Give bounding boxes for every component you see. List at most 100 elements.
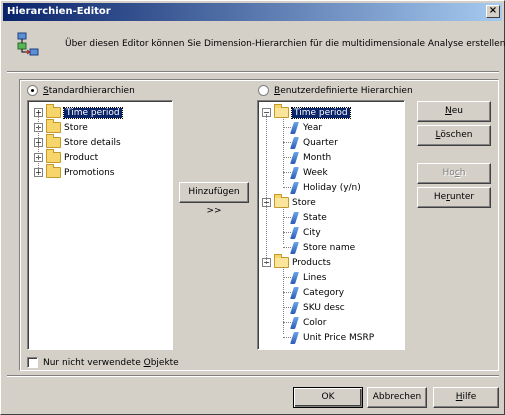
- tree-connector: [283, 322, 291, 323]
- new-button[interactable]: Neu: [417, 101, 491, 122]
- folder-icon: [46, 149, 61, 163]
- standard-hierarchies-radio[interactable]: Standardhierarchien: [27, 85, 135, 96]
- move-up-button[interactable]: Hoch: [417, 163, 491, 184]
- delete-button[interactable]: Löschen: [417, 125, 491, 146]
- tree-level-label: Month: [303, 152, 332, 163]
- tree-level-label: State: [303, 212, 327, 223]
- tree-level[interactable]: State: [290, 210, 327, 225]
- folder-icon: [46, 119, 61, 133]
- tree-level-label: Lines: [303, 272, 327, 283]
- tree-connector: [283, 157, 291, 158]
- dimension-icon: [290, 316, 299, 329]
- dimension-icon: [290, 286, 299, 299]
- tree-item-label: Time period: [63, 106, 123, 119]
- hierarchy-editor-dialog: Hierarchien-Editor × Über diesen Editor …: [0, 0, 505, 415]
- dimension-icon: [290, 226, 299, 239]
- standard-hierarchies-tree[interactable]: + Time period + Store + Store details + Product…: [27, 100, 173, 350]
- tree-item[interactable]: + Store: [34, 119, 88, 135]
- tree-level[interactable]: Year: [290, 120, 323, 135]
- move-down-button[interactable]: Herunter: [417, 187, 491, 208]
- radio-dot: [258, 85, 269, 96]
- tree-connector: [283, 207, 284, 244]
- tree-level[interactable]: Category: [290, 285, 345, 300]
- tree-level-label: Color: [303, 317, 327, 328]
- dimension-icon: [290, 181, 299, 194]
- folder-icon: [46, 104, 61, 118]
- tree-group[interactable]: − Products: [262, 254, 331, 270]
- unused-objects-label: Nur nicht verwendete Objekte: [43, 357, 179, 368]
- tree-level[interactable]: Unit Price MSRP: [290, 330, 375, 345]
- tree-level[interactable]: Week: [290, 165, 328, 180]
- add-button[interactable]: Hinzufügen >>: [179, 182, 249, 216]
- tree-group[interactable]: − Store: [262, 194, 316, 210]
- tree-connector: [283, 292, 291, 293]
- tree-item-label: Store: [64, 122, 88, 133]
- standard-hierarchies-label: Standardhierarchien: [43, 85, 135, 96]
- hierarchy-editor-icon: [17, 32, 39, 56]
- tree-connector: [283, 172, 291, 173]
- tree-level-label: Week: [303, 167, 328, 178]
- tree-connector: [283, 142, 291, 143]
- tree-group-label: Time period: [291, 106, 351, 119]
- custom-hierarchies-label: Benutzerdefinierte Hierarchien: [274, 85, 413, 96]
- tree-level-label: Store name: [303, 242, 356, 253]
- dimension-icon: [290, 271, 299, 284]
- tree-level[interactable]: Month: [290, 150, 332, 165]
- tree-item[interactable]: + Promotions: [34, 164, 115, 180]
- tree-item[interactable]: + Time period: [34, 104, 123, 120]
- open-folder-icon: [274, 254, 289, 268]
- dimension-icon: [290, 241, 299, 254]
- tree-level-label: Unit Price MSRP: [303, 332, 375, 343]
- tree-group-label: Store: [292, 197, 316, 208]
- ok-button[interactable]: OK: [293, 387, 363, 408]
- dimension-icon: [290, 166, 299, 179]
- tree-item[interactable]: + Store details: [34, 134, 121, 150]
- tree-level[interactable]: Color: [290, 315, 327, 330]
- dimension-icon: [290, 151, 299, 164]
- tree-item-label: Product: [64, 152, 99, 163]
- help-button[interactable]: Hilfe: [433, 387, 499, 408]
- tree-level[interactable]: Holiday (y/n): [290, 180, 361, 195]
- tree-level[interactable]: Store name: [290, 240, 356, 255]
- dimension-icon: [290, 331, 299, 344]
- tree-connector: [283, 232, 291, 233]
- custom-hierarchies-radio[interactable]: Benutzerdefinierte Hierarchien: [258, 85, 413, 96]
- cancel-button[interactable]: Abbrechen: [367, 387, 427, 408]
- open-folder-icon: [274, 104, 289, 118]
- tree-level[interactable]: Quarter: [290, 135, 338, 150]
- tree-connector: [283, 187, 291, 188]
- radio-dot: [27, 85, 38, 96]
- tree-level[interactable]: City: [290, 225, 321, 240]
- window-title: Hierarchien-Editor: [7, 6, 111, 17]
- tree-level[interactable]: SKU desc: [290, 300, 345, 315]
- dimension-icon: [290, 211, 299, 224]
- folder-icon: [46, 164, 61, 178]
- close-button[interactable]: ×: [486, 5, 500, 18]
- checkbox-box: [27, 357, 38, 368]
- tree-level-label: Category: [303, 287, 345, 298]
- dimension-icon: [290, 301, 299, 314]
- open-folder-icon: [274, 194, 289, 208]
- header-separator: [7, 71, 499, 73]
- tree-connector: [283, 277, 291, 278]
- tree-connector: [283, 307, 291, 308]
- tree-item-label: Promotions: [64, 167, 115, 178]
- tree-group[interactable]: − Time period: [262, 104, 351, 120]
- unused-objects-checkbox[interactable]: Nur nicht verwendete Objekte: [27, 357, 179, 368]
- dimension-icon: [290, 121, 299, 134]
- tree-level-label: Year: [303, 122, 323, 133]
- tree-level-label: Holiday (y/n): [303, 182, 361, 193]
- tree-connector: [283, 127, 291, 128]
- tree-connector: [283, 217, 291, 218]
- header-description: Über diesen Editor können Sie Dimension-…: [65, 39, 505, 49]
- title-bar: Hierarchien-Editor ×: [3, 3, 502, 21]
- tree-group-label: Products: [292, 257, 331, 268]
- tree-connector: [38, 114, 39, 174]
- tree-level-label: Quarter: [303, 137, 338, 148]
- tree-level[interactable]: Lines: [290, 270, 327, 285]
- tree-connector: [266, 114, 267, 264]
- tree-item-label: Store details: [64, 137, 121, 148]
- custom-hierarchies-tree[interactable]: − Time period Year Quarter Month Week Holiday …: [257, 100, 405, 350]
- folder-icon: [46, 134, 61, 148]
- tree-item[interactable]: + Product: [34, 149, 99, 165]
